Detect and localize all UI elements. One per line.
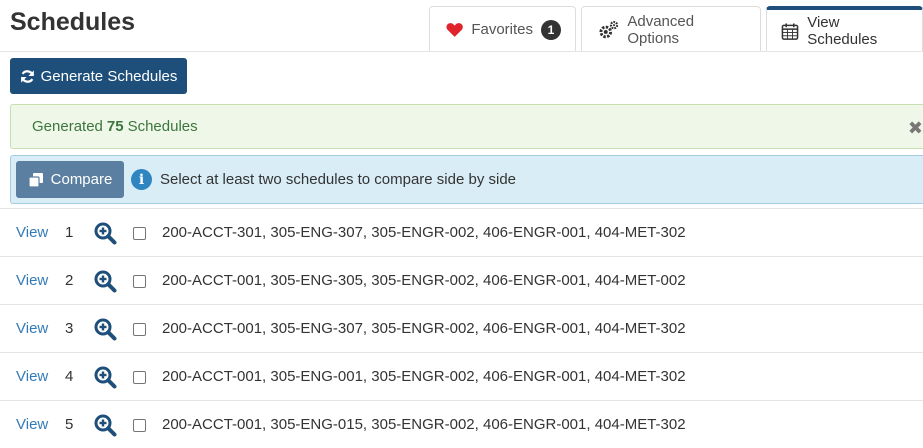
info-icon: i <box>131 169 152 190</box>
view-schedule-link[interactable]: View <box>16 320 48 337</box>
tab-favorites-label: Favorites <box>471 21 533 38</box>
schedule-checkbox[interactable] <box>133 371 146 384</box>
zoom-in-icon[interactable] <box>93 317 117 341</box>
compare-button[interactable]: Compare <box>16 161 124 198</box>
success-count: 75 <box>106 118 124 135</box>
zoom-in-icon[interactable] <box>93 221 117 245</box>
page-title: Schedules <box>10 8 136 36</box>
schedule-checkbox[interactable] <box>133 323 146 336</box>
refresh-icon <box>20 69 34 83</box>
view-schedule-link[interactable]: View <box>16 416 48 433</box>
compare-info-alert: Compare i Select at least two schedules … <box>10 155 923 204</box>
schedule-number: 2 <box>65 272 74 289</box>
zoom-in-icon[interactable] <box>93 413 117 437</box>
tab-advanced-options[interactable]: Advanced Options <box>581 6 762 52</box>
schedule-checkbox[interactable] <box>133 275 146 288</box>
generate-schedules-button[interactable]: Generate Schedules <box>10 58 187 94</box>
generate-schedules-label: Generate Schedules <box>40 67 178 85</box>
calendar-icon <box>781 22 799 40</box>
cogs-icon <box>599 20 619 38</box>
schedule-row: View 1 200-ACCT-301, 305-ENG-307, 305-EN… <box>0 208 923 256</box>
copy-icon <box>28 172 43 188</box>
schedule-number: 3 <box>65 320 74 337</box>
schedule-number: 1 <box>65 224 74 241</box>
schedule-row: View 4 200-ACCT-001, 305-ENG-001, 305-EN… <box>0 352 923 400</box>
schedule-number: 4 <box>65 368 74 385</box>
zoom-in-icon[interactable] <box>93 269 117 293</box>
schedule-row: View 3 200-ACCT-001, 305-ENG-307, 305-EN… <box>0 304 923 352</box>
heart-icon <box>446 22 463 37</box>
schedule-courses: 200-ACCT-001, 305-ENG-305, 305-ENGR-002,… <box>162 272 686 289</box>
tab-view-schedules[interactable]: View Schedules <box>766 6 923 52</box>
schedule-courses: 200-ACCT-301, 305-ENG-307, 305-ENGR-002,… <box>162 224 686 241</box>
schedule-list: View 1 200-ACCT-301, 305-ENG-307, 305-EN… <box>0 208 923 448</box>
schedule-checkbox[interactable] <box>133 227 146 240</box>
view-schedule-link[interactable]: View <box>16 272 48 289</box>
tab-favorites[interactable]: Favorites 1 <box>429 6 576 52</box>
schedule-courses: 200-ACCT-001, 305-ENG-015, 305-ENGR-002,… <box>162 416 686 433</box>
zoom-in-icon[interactable] <box>93 365 117 389</box>
schedule-number: 5 <box>65 416 74 433</box>
tab-view-schedules-label: View Schedules <box>807 14 878 48</box>
tab-advanced-options-label: Advanced Options <box>627 12 695 47</box>
schedule-row: View 5 200-ACCT-001, 305-ENG-015, 305-EN… <box>0 400 923 448</box>
schedule-row: View 2 200-ACCT-001, 305-ENG-305, 305-EN… <box>0 256 923 304</box>
tab-bar: Favorites 1 Advanced Options View Schedu… <box>429 6 923 52</box>
schedule-courses: 200-ACCT-001, 305-ENG-001, 305-ENGR-002,… <box>162 368 686 385</box>
compare-label: Compare <box>50 171 113 188</box>
success-alert: Generated 75 Schedules ✖ <box>10 104 923 149</box>
schedule-courses: 200-ACCT-001, 305-ENG-307, 305-ENGR-002,… <box>162 320 686 337</box>
success-suffix: Schedules <box>127 118 198 135</box>
header-divider <box>0 51 923 52</box>
compare-info-text: Select at least two schedules to compare… <box>160 171 517 188</box>
favorites-count-badge: 1 <box>541 19 561 40</box>
view-schedule-link[interactable]: View <box>16 368 48 385</box>
close-icon[interactable]: ✖ <box>908 118 923 139</box>
schedule-checkbox[interactable] <box>133 419 146 432</box>
success-prefix: Generated <box>32 118 103 135</box>
view-schedule-link[interactable]: View <box>16 224 48 241</box>
